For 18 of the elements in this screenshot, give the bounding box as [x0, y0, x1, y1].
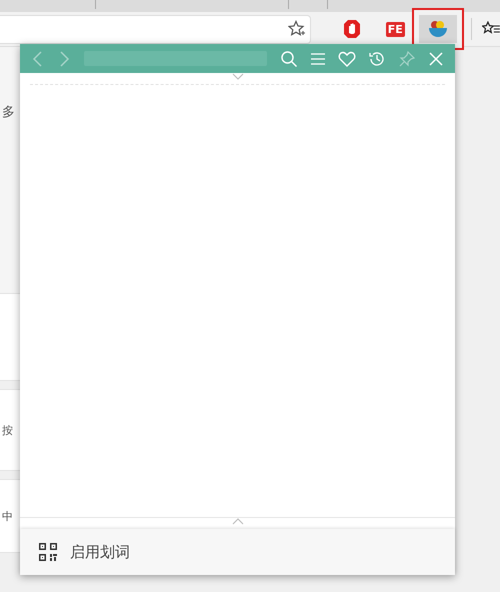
- page-text: 按: [2, 422, 13, 438]
- menu-icon: [310, 52, 326, 66]
- qr-code-icon[interactable]: [38, 542, 58, 562]
- bookmark-star-icon[interactable]: [288, 20, 306, 38]
- chevron-up-icon[interactable]: [232, 518, 244, 525]
- hand-stop-icon: [343, 19, 362, 39]
- search-icon: [280, 50, 298, 68]
- bowl-icon: [428, 20, 448, 38]
- chevron-down-icon[interactable]: [232, 73, 244, 80]
- page-text: 多: [2, 104, 15, 121]
- heart-icon: [338, 50, 356, 66]
- page-text: 中: [2, 508, 13, 524]
- bowl-extension-button[interactable]: [419, 15, 458, 43]
- history-icon: [368, 50, 386, 68]
- fe-extension-button[interactable]: FE: [376, 15, 414, 43]
- close-icon: [428, 50, 444, 66]
- pin-icon: [398, 50, 416, 68]
- enable-selection-label[interactable]: 启用划词: [70, 542, 130, 562]
